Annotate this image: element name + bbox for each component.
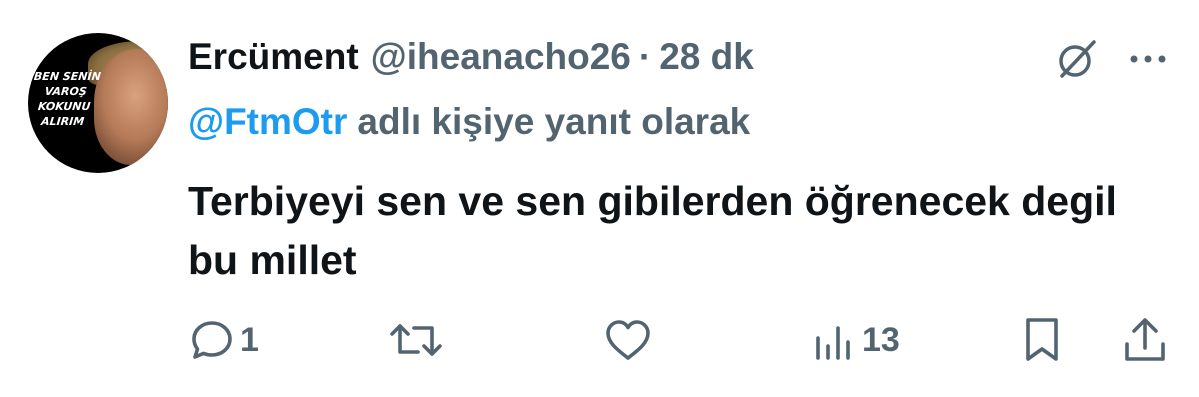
views-icon bbox=[812, 318, 856, 362]
more-icon[interactable] bbox=[1128, 45, 1168, 73]
tweet-header: Ercüment @iheanacho26 · 28 dk bbox=[188, 33, 754, 81]
views-count: 13 bbox=[862, 320, 900, 359]
like-button[interactable] bbox=[604, 312, 652, 368]
avatar-caption-line: VAROŞ bbox=[44, 85, 88, 98]
share-button[interactable] bbox=[1122, 312, 1168, 368]
tweet-text: Terbiyeyi sen ve sen gibilerden öğrenece… bbox=[188, 178, 1117, 283]
reply-button[interactable]: 1 bbox=[190, 312, 259, 368]
views-button[interactable]: 13 bbox=[812, 312, 900, 368]
tweet-card[interactable]: BEN SENİN VAROŞ KOKUNU ALIRIM Ercüment @… bbox=[0, 0, 1199, 397]
retweet-icon bbox=[384, 318, 448, 362]
grok-icon[interactable] bbox=[1054, 36, 1100, 82]
retweet-button[interactable] bbox=[384, 312, 448, 368]
avatar-caption: BEN SENİN VAROŞ KOKUNU ALIRIM bbox=[28, 69, 103, 129]
author-handle[interactable]: @iheanacho26 bbox=[371, 36, 631, 78]
reply-context: @FtmOtr adlı kişiye yanıt olarak bbox=[188, 98, 750, 146]
share-icon bbox=[1122, 316, 1168, 364]
separator-dot: · bbox=[638, 36, 652, 77]
avatar-caption-line: KOKUNU bbox=[37, 100, 92, 113]
avatar-caption-line: ALIRIM bbox=[40, 115, 85, 128]
avatar[interactable]: BEN SENİN VAROŞ KOKUNU ALIRIM bbox=[28, 33, 168, 173]
reply-count: 1 bbox=[240, 320, 259, 359]
avatar-caption-line: BEN SENİN bbox=[33, 70, 102, 83]
reply-mention-link[interactable]: @FtmOtr bbox=[188, 101, 347, 143]
timestamp[interactable]: 28 dk bbox=[659, 36, 754, 78]
avatar-face bbox=[94, 49, 168, 165]
reply-context-text: adlı kişiye yanıt olarak bbox=[357, 101, 751, 142]
bookmark-icon bbox=[1020, 316, 1064, 364]
action-bar: 1 13 bbox=[0, 312, 1199, 368]
like-icon bbox=[604, 318, 652, 362]
author-name[interactable]: Ercüment bbox=[188, 36, 359, 78]
bookmark-button[interactable] bbox=[1020, 312, 1064, 368]
reply-icon bbox=[190, 318, 234, 362]
